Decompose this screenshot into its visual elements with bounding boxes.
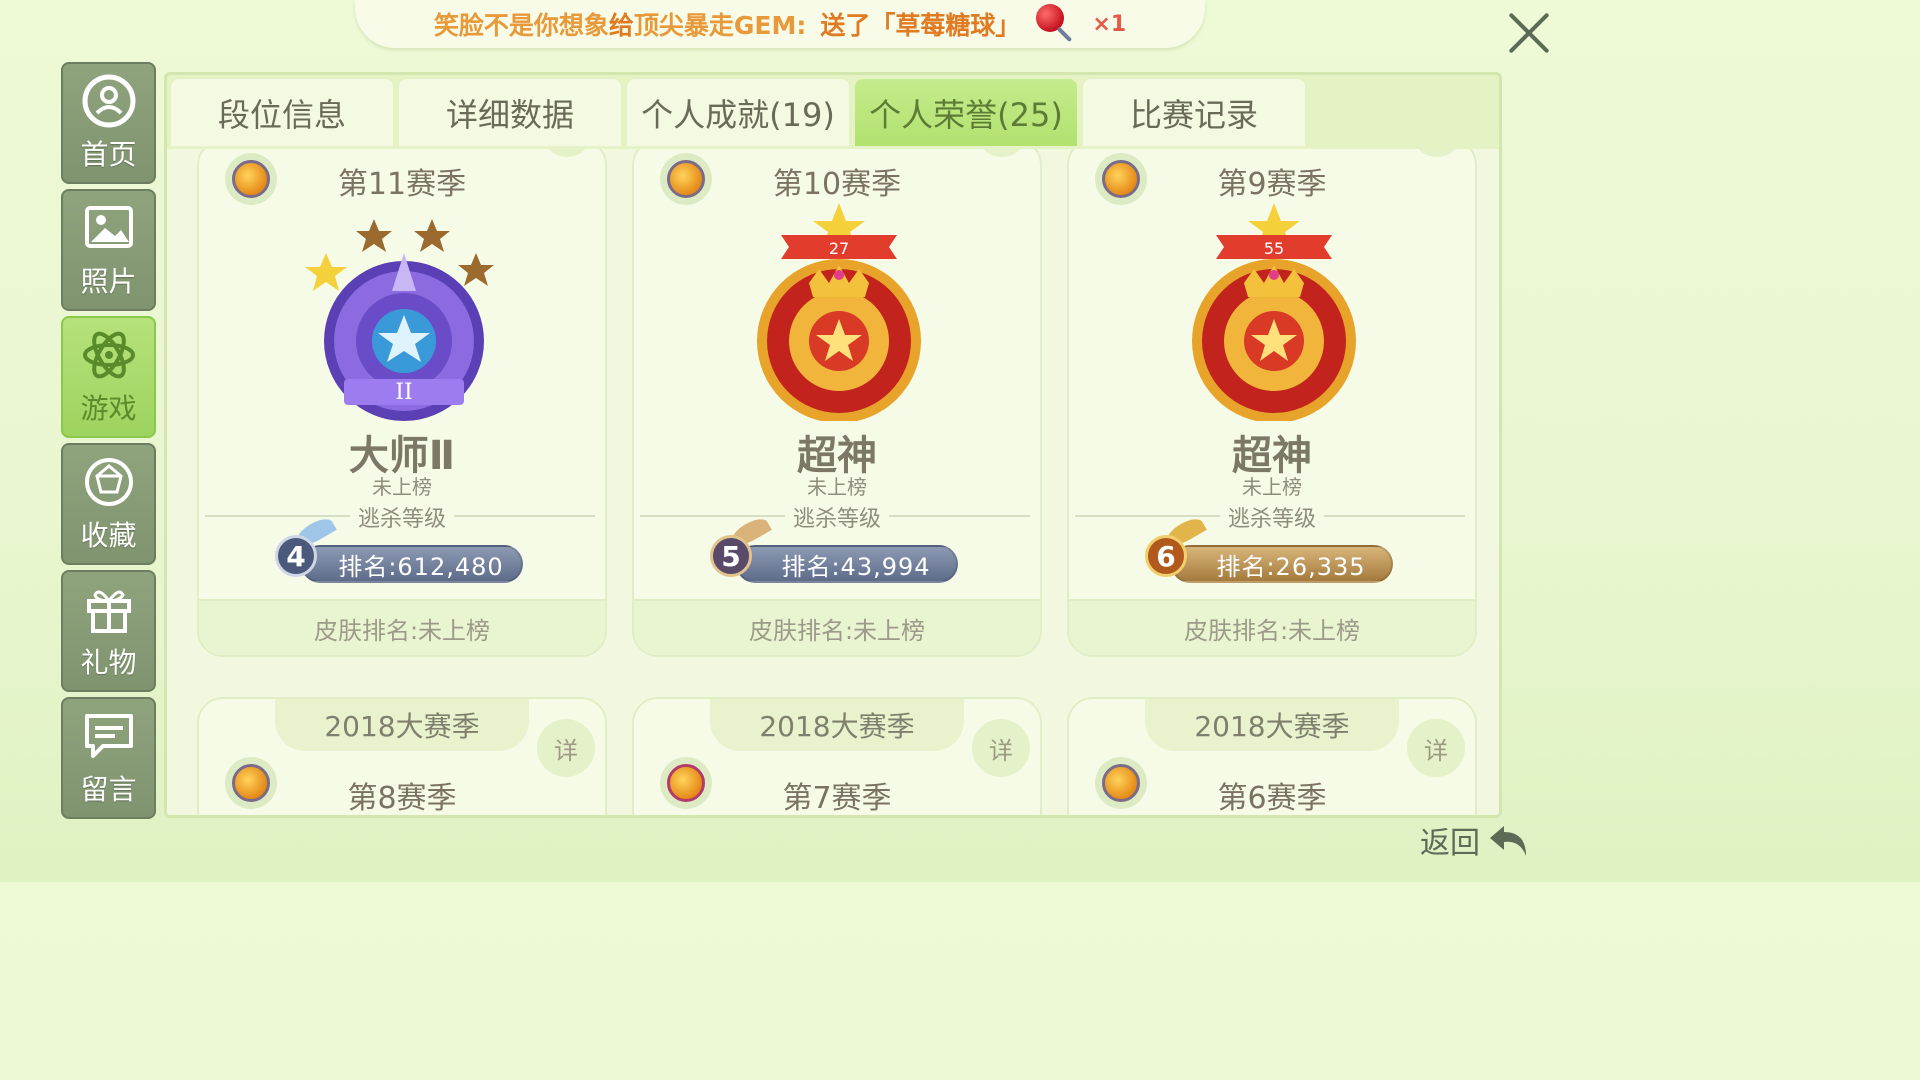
sidebar-item-messages[interactable]: 留言 bbox=[61, 697, 156, 819]
diamond-ring-icon bbox=[84, 458, 133, 506]
gift-icon bbox=[86, 590, 131, 633]
tab-honors[interactable]: 个人荣誉(25) bbox=[855, 79, 1077, 147]
escape-level-label: 逃杀等级 bbox=[349, 501, 455, 533]
atom-icon bbox=[82, 331, 135, 379]
tab-detailed-data[interactable]: 详细数据 bbox=[399, 79, 621, 147]
sidebar: 首页 照片 游戏 收藏 礼物 留言 bbox=[61, 62, 156, 824]
sidebar-item-gifts[interactable]: 礼物 bbox=[61, 570, 156, 692]
tab-bar: 段位信息 详细数据 个人成就(19) 个人荣誉(25) 比赛记录 bbox=[171, 79, 1305, 149]
close-icon[interactable] bbox=[1506, 10, 1552, 56]
supreme-rank-badge-icon: 27 bbox=[757, 203, 921, 421]
supreme-rank-badge-icon: 55 bbox=[1192, 203, 1356, 421]
season-card[interactable]: 2018大赛季 详 第7赛季 bbox=[632, 697, 1042, 815]
tab-match-history[interactable]: 比赛记录 bbox=[1083, 79, 1305, 147]
skin-rank: 皮肤排名:未上榜 bbox=[199, 599, 605, 655]
sidebar-item-label: 收藏 bbox=[80, 519, 137, 552]
badge-number: 55 bbox=[1264, 239, 1284, 258]
gift-notification-banner: 笑脸不是你想象给顶尖暴走GEM: 送了「草莓糖球」 ×1 bbox=[355, 0, 1205, 48]
profile-panel: 段位信息 详细数据 个人成就(19) 个人荣誉(25) 比赛记录 第11赛季 I… bbox=[164, 72, 1502, 818]
back-label: 返回 bbox=[1420, 826, 1480, 861]
detail-button[interactable]: 详 bbox=[537, 719, 595, 777]
season-card[interactable]: 第11赛季 II 大师Ⅱ 未上榜 逃杀等级 排名:612,480 4 皮肤排名:… bbox=[197, 149, 607, 657]
season-card[interactable]: 2018大赛季 详 第8赛季 bbox=[197, 697, 607, 815]
banner-recipient: 顶尖暴走GEM: bbox=[633, 11, 807, 40]
badge-number: 27 bbox=[829, 239, 849, 258]
season-group-header: 2018大赛季 bbox=[1145, 699, 1399, 751]
banner-sender: 笑脸不是你想象 bbox=[433, 11, 609, 40]
honors-list[interactable]: 第11赛季 II 大师Ⅱ 未上榜 逃杀等级 排名:612,480 4 皮肤排名:… bbox=[167, 149, 1499, 815]
level-number: 4 bbox=[275, 535, 317, 577]
return-arrow-icon bbox=[1490, 826, 1526, 856]
sidebar-item-home[interactable]: 首页 bbox=[61, 62, 156, 184]
level-emblem-icon: 4 bbox=[265, 514, 337, 587]
sidebar-item-photos[interactable]: 照片 bbox=[61, 189, 156, 311]
escape-level-label: 逃杀等级 bbox=[1219, 501, 1325, 533]
skin-rank: 皮肤排名:未上榜 bbox=[634, 599, 1040, 655]
sidebar-item-label: 首页 bbox=[80, 138, 137, 171]
chat-icon bbox=[84, 714, 133, 758]
detail-button[interactable]: 详 bbox=[972, 719, 1030, 777]
skin-rank: 皮肤排名:未上榜 bbox=[1069, 599, 1475, 655]
home-user-icon bbox=[82, 74, 135, 128]
master-rank-badge-icon: II bbox=[305, 219, 494, 421]
season-card[interactable]: 2018大赛季 详 第6赛季 bbox=[1067, 697, 1477, 815]
escape-level-label: 逃杀等级 bbox=[784, 501, 890, 533]
banner-verb: 给 bbox=[608, 11, 634, 40]
season-card[interactable]: 第10赛季 27 超神 未上榜 逃杀等级 排名:43,994 5 皮肤排名:未上… bbox=[632, 149, 1042, 657]
sidebar-item-label: 照片 bbox=[80, 265, 137, 298]
level-number: 5 bbox=[710, 535, 752, 577]
season-group-header: 2018大赛季 bbox=[710, 699, 964, 751]
sidebar-item-favorites[interactable]: 收藏 bbox=[61, 443, 156, 565]
lollipop-icon bbox=[1034, 2, 1078, 46]
season-group-header: 2018大赛季 bbox=[275, 699, 529, 751]
detail-button[interactable]: 详 bbox=[1407, 719, 1465, 777]
season-title: 第11赛季 bbox=[337, 167, 467, 202]
level-emblem-icon: 5 bbox=[700, 514, 772, 587]
season-title: 第6赛季 bbox=[1217, 781, 1327, 815]
photo-icon bbox=[84, 206, 133, 248]
banner-gift-text: 送了「草莓糖球」 bbox=[820, 11, 1021, 40]
ranking-pill: 排名:43,994 bbox=[736, 545, 958, 583]
gift-count: ×1 bbox=[1092, 11, 1127, 37]
tab-rank-info[interactable]: 段位信息 bbox=[171, 79, 393, 147]
sidebar-item-games[interactable]: 游戏 bbox=[61, 316, 156, 438]
tab-achievements[interactable]: 个人成就(19) bbox=[627, 79, 849, 147]
season-title: 第9赛季 bbox=[1217, 167, 1327, 202]
season-title: 第7赛季 bbox=[782, 781, 892, 815]
rank-status: 未上榜 bbox=[807, 475, 867, 499]
season-card[interactable]: 第9赛季 55 超神 未上榜 逃杀等级 排名:26,335 6 皮肤排名:未上榜 bbox=[1067, 149, 1477, 657]
level-emblem-icon: 6 bbox=[1135, 514, 1207, 587]
rank-status: 未上榜 bbox=[1242, 475, 1302, 499]
rank-status: 未上榜 bbox=[372, 475, 432, 499]
level-number: 6 bbox=[1145, 535, 1187, 577]
svg-text:II: II bbox=[395, 380, 412, 405]
sidebar-item-label: 留言 bbox=[80, 773, 137, 806]
sidebar-item-label: 游戏 bbox=[80, 392, 137, 425]
back-button[interactable]: 返回 bbox=[1420, 818, 1532, 862]
sidebar-item-label: 礼物 bbox=[80, 646, 137, 679]
season-title: 第8赛季 bbox=[347, 781, 457, 815]
ranking-pill: 排名:26,335 bbox=[1171, 545, 1393, 583]
ranking-pill: 排名:612,480 bbox=[301, 545, 523, 583]
season-title: 第10赛季 bbox=[772, 167, 902, 202]
